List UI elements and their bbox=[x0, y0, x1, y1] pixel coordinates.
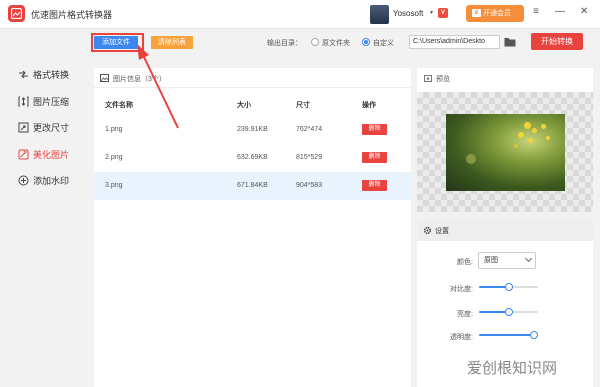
vip-badge-icon: V bbox=[438, 8, 448, 18]
resize-icon bbox=[18, 122, 29, 133]
compress-icon bbox=[18, 96, 29, 107]
slider-handle[interactable] bbox=[530, 331, 538, 339]
preview-title: 预览 bbox=[436, 76, 450, 83]
app-title: 优速图片格式转换器 bbox=[31, 10, 113, 20]
crown-icon: ♛ bbox=[472, 9, 481, 18]
user-avatar[interactable] bbox=[370, 5, 389, 24]
file-name-cell: 2.png bbox=[105, 154, 123, 161]
slider-handle[interactable] bbox=[504, 308, 513, 316]
close-icon[interactable]: ✕ bbox=[580, 6, 588, 18]
preview-panel: 预览 bbox=[417, 68, 593, 212]
sidebar-item-label: 格式转换 bbox=[33, 70, 70, 80]
column-header-name: 文件名称 bbox=[105, 102, 133, 109]
brightness-label: 亮度: bbox=[457, 311, 473, 318]
delete-button[interactable]: 删除 bbox=[362, 124, 387, 135]
title-bar: 优速图片格式转换器 Yososoft ▾ V ♛ 开通会员 ≡ — ✕ bbox=[0, 0, 600, 29]
table-row[interactable]: 2.png 632.69KB 815*529 删除 bbox=[94, 144, 411, 172]
preview-icon bbox=[424, 75, 432, 82]
watermark-text: 爱创根知识网 bbox=[467, 360, 558, 377]
preview-image bbox=[446, 114, 565, 191]
sidebar-item-label: 更改尺寸 bbox=[33, 123, 70, 133]
folder-icon[interactable] bbox=[504, 37, 516, 47]
settings-title: 设置 bbox=[435, 228, 449, 235]
file-size-cell: 671.84KB bbox=[237, 182, 268, 189]
delete-button[interactable]: 删除 bbox=[362, 152, 387, 163]
chevron-down-icon bbox=[524, 254, 533, 263]
highlight-annotation bbox=[91, 33, 144, 52]
file-name-cell: 3.png bbox=[105, 182, 123, 189]
radio-custom-label: 自定义 bbox=[373, 40, 394, 47]
opacity-label: 透明度: bbox=[450, 334, 473, 341]
sidebar: 格式转换 图片压缩 更改尺寸 美化图片 添加水印 bbox=[0, 29, 88, 387]
slider-handle[interactable] bbox=[504, 283, 513, 291]
file-dimensions-cell: 815*529 bbox=[296, 154, 323, 161]
radio-custom-folder[interactable] bbox=[362, 38, 370, 46]
delete-button[interactable]: 删除 bbox=[362, 180, 387, 191]
file-dimensions-cell: 762*474 bbox=[296, 126, 323, 133]
gear-icon bbox=[423, 226, 432, 235]
file-panel-header: 图片信息（3个） bbox=[94, 68, 411, 88]
membership-label: 开通会员 bbox=[483, 10, 511, 17]
column-header-action: 操作 bbox=[362, 102, 376, 109]
file-list-panel: 图片信息（3个） 文件名称 大小 尺寸 操作 1.png 239.91KB 76… bbox=[94, 68, 411, 387]
minimize-icon[interactable]: — bbox=[555, 6, 565, 18]
clear-list-button[interactable]: 清除列表 bbox=[151, 36, 193, 49]
color-label: 颜色: bbox=[457, 259, 473, 266]
file-size-cell: 632.69KB bbox=[237, 154, 268, 161]
contrast-slider[interactable] bbox=[479, 283, 538, 291]
chevron-down-icon[interactable]: ▾ bbox=[430, 9, 433, 16]
table-row[interactable]: 3.png 671.84KB 904*583 删除 bbox=[94, 172, 411, 200]
watermark-icon bbox=[18, 175, 29, 186]
file-panel-title: 图片信息（3个） bbox=[113, 76, 166, 83]
column-header-dimensions: 尺寸 bbox=[296, 102, 310, 109]
file-name-cell: 1.png bbox=[105, 126, 123, 133]
opacity-slider[interactable] bbox=[479, 331, 538, 339]
column-header-size: 大小 bbox=[237, 102, 251, 109]
sidebar-item-label: 图片压缩 bbox=[33, 97, 70, 107]
start-convert-button[interactable]: 开始转换 bbox=[531, 33, 583, 50]
beautify-icon bbox=[18, 149, 29, 160]
open-membership-button[interactable]: ♛ 开通会员 bbox=[466, 5, 524, 22]
radio-original-label: 原文件夹 bbox=[322, 40, 350, 47]
output-path-field[interactable]: C:\Users\admin\Deskto bbox=[409, 35, 500, 49]
output-dir-label: 输出目录： bbox=[267, 40, 302, 47]
contrast-label: 对比度: bbox=[450, 286, 473, 293]
file-size-cell: 239.91KB bbox=[237, 126, 268, 133]
username[interactable]: Yososoft bbox=[393, 9, 423, 18]
sidebar-item-label: 美化图片 bbox=[33, 150, 70, 160]
image-icon bbox=[100, 74, 109, 82]
file-dimensions-cell: 904*583 bbox=[296, 182, 323, 189]
app-logo-icon bbox=[8, 5, 25, 22]
color-select[interactable]: 原图 bbox=[478, 252, 536, 269]
format-convert-icon bbox=[19, 70, 28, 79]
radio-original-folder[interactable] bbox=[311, 38, 319, 46]
menu-icon[interactable]: ≡ bbox=[533, 6, 539, 18]
table-row[interactable]: 1.png 239.91KB 762*474 删除 bbox=[94, 116, 411, 144]
color-select-value: 原图 bbox=[484, 257, 498, 264]
settings-header: 设置 bbox=[417, 219, 593, 241]
brightness-slider[interactable] bbox=[479, 308, 538, 316]
sidebar-item-label: 添加水印 bbox=[33, 176, 70, 186]
